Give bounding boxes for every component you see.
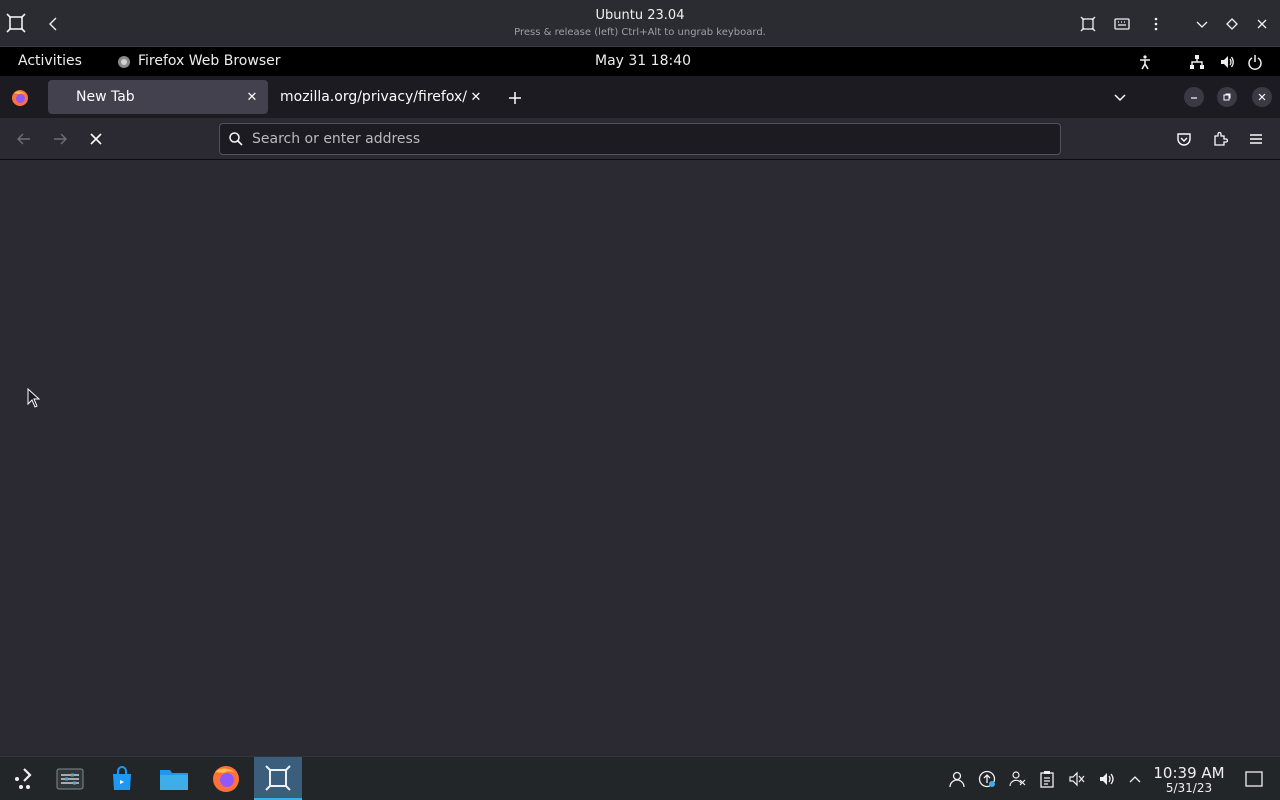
- accessibility-icon[interactable]: [1136, 53, 1154, 71]
- back-icon[interactable]: [14, 129, 34, 149]
- discover-icon[interactable]: [98, 757, 146, 800]
- nav-toolbar: [0, 118, 1280, 160]
- extensions-icon[interactable]: [1210, 129, 1230, 149]
- volume-icon[interactable]: [1218, 53, 1236, 71]
- fullscreen-icon[interactable]: [1078, 14, 1098, 34]
- app-menu[interactable]: Firefox Web Browser: [138, 53, 281, 69]
- virtual-machine-icon[interactable]: [254, 757, 302, 800]
- tab-label: mozilla.org/privacy/firefox/: [280, 89, 467, 105]
- tab-new-tab[interactable]: New Tab ✕: [48, 80, 268, 114]
- url-bar: [219, 123, 1061, 155]
- firefox-view-icon[interactable]: [10, 88, 30, 108]
- window-minimize-icon[interactable]: [1184, 87, 1204, 107]
- vm-window-titlebar: Ubuntu 23.04 Press & release (left) Ctrl…: [0, 0, 1280, 47]
- show-desktop-icon[interactable]: [1243, 769, 1265, 789]
- user-icon[interactable]: [947, 769, 967, 789]
- keyboard-icon[interactable]: [1112, 14, 1132, 34]
- tab-close-icon[interactable]: ✕: [244, 89, 260, 105]
- clipboard-icon[interactable]: [1037, 769, 1057, 789]
- power-icon[interactable]: [1246, 53, 1264, 71]
- system-settings-icon[interactable]: [46, 757, 94, 800]
- file-manager-icon[interactable]: [150, 757, 198, 800]
- clock-date: 5/31/23: [1165, 781, 1213, 795]
- search-icon: [228, 131, 244, 147]
- mouse-cursor-icon: [26, 387, 42, 409]
- application-launcher-icon[interactable]: [0, 757, 48, 800]
- url-input[interactable]: [252, 124, 1032, 154]
- forward-icon[interactable]: [50, 129, 70, 149]
- gnome-top-panel: Activities Firefox Web Browser May 31 18…: [0, 47, 1280, 76]
- pocket-icon[interactable]: [1174, 129, 1194, 149]
- page-content[interactable]: [0, 160, 1280, 756]
- update-icon[interactable]: [977, 769, 997, 789]
- minimize-icon[interactable]: [1192, 14, 1212, 34]
- taskbar: 10:39 AM 5/31/23: [0, 756, 1280, 800]
- clock-time: 10:39 AM: [1153, 764, 1225, 782]
- tab-label: New Tab: [76, 89, 135, 105]
- kde-connect-icon[interactable]: [1007, 769, 1027, 789]
- tab-close-icon[interactable]: ✕: [468, 89, 484, 105]
- maximize-icon[interactable]: [1222, 14, 1242, 34]
- new-tab-icon[interactable]: [504, 87, 526, 109]
- stop-icon[interactable]: [86, 129, 106, 149]
- firefox-small-icon: [116, 54, 132, 70]
- window-close-icon[interactable]: [1252, 87, 1272, 107]
- hamburger-menu-icon[interactable]: [1246, 129, 1266, 149]
- muted-speaker-icon[interactable]: [1067, 769, 1087, 789]
- network-icon[interactable]: [1188, 53, 1206, 71]
- menu-icon[interactable]: [1146, 14, 1166, 34]
- tab-strip: New Tab ✕ mozilla.org/privacy/firefox/ ✕: [0, 76, 1280, 118]
- activities-button[interactable]: Activities: [18, 53, 82, 69]
- tab-mozilla-privacy[interactable]: mozilla.org/privacy/firefox/ ✕: [270, 80, 496, 114]
- list-all-tabs-icon[interactable]: [1110, 87, 1130, 107]
- firefox-icon[interactable]: [202, 757, 250, 800]
- close-icon[interactable]: [1252, 14, 1272, 34]
- panel-datetime[interactable]: May 31 18:40: [595, 53, 691, 69]
- window-restore-icon[interactable]: [1217, 87, 1237, 107]
- speaker-icon[interactable]: [1097, 769, 1117, 789]
- expand-tray-icon[interactable]: [1125, 769, 1145, 789]
- digital-clock[interactable]: 10:39 AM 5/31/23: [1150, 765, 1228, 795]
